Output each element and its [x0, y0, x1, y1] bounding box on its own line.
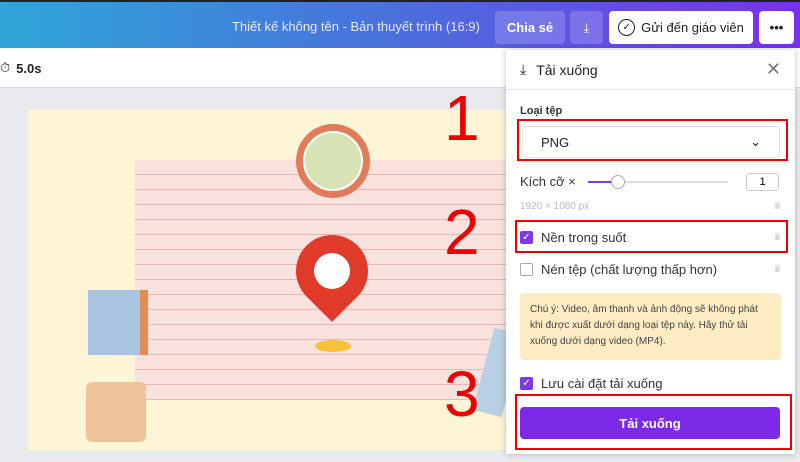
panel-title: Tải xuống	[536, 61, 598, 78]
file-type-value: PNG	[541, 134, 570, 150]
save-settings-label: Lưu cài đặt tải xuống	[541, 376, 663, 391]
chevron-down-icon: ⌄	[750, 134, 761, 149]
dimensions-text: 1920 × 1080 px	[520, 201, 590, 212]
annotation-number-2: 2	[444, 196, 480, 268]
crown-icon: ♛	[773, 201, 782, 212]
timer-button[interactable]: ⏱ 5.0s	[0, 60, 41, 76]
checkbox-checked-icon[interactable]: ✓	[520, 377, 533, 390]
download-submit-button[interactable]: Tải xuống	[520, 407, 780, 439]
file-type-select[interactable]: PNG ⌄	[522, 126, 780, 158]
share-button[interactable]: Chia sẻ	[495, 11, 565, 44]
check-circle-icon: ✓	[618, 19, 636, 36]
crown-icon: ♛	[773, 264, 782, 275]
save-settings-checkbox[interactable]: ✓ Lưu cài đặt tải xuống	[520, 376, 782, 391]
download-icon: ⤓	[520, 61, 527, 77]
size-slider[interactable]	[588, 175, 728, 189]
compress-checkbox[interactable]: Nén tệp (chất lượng thấp hơn) ♛	[520, 262, 782, 277]
file-type-label: Loại tệp	[520, 105, 563, 117]
download-icon: ⤓	[583, 19, 590, 35]
close-icon[interactable]: ✕	[766, 59, 781, 80]
transparent-bg-checkbox[interactable]: ✓ Nền trong suốt ♛	[520, 230, 782, 245]
annotation-number-3: 3	[444, 358, 480, 430]
transparent-bg-label: Nền trong suốt	[541, 230, 627, 245]
warning-note: Chú ý: Video, âm thanh và ảnh động sẽ kh…	[520, 293, 781, 360]
markers-graphic	[86, 382, 146, 442]
compress-label: Nén tệp (chất lượng thấp hơn)	[541, 262, 718, 277]
books-graphic	[88, 290, 148, 355]
checkbox-unchecked-icon[interactable]	[520, 263, 533, 276]
send-to-teacher-button[interactable]: ✓ Gửi đến giáo viên	[609, 11, 753, 44]
checkbox-checked-icon[interactable]: ✓	[520, 231, 533, 244]
slider-knob[interactable]	[611, 175, 625, 189]
slide-canvas[interactable]	[28, 110, 524, 450]
crown-icon: ♛	[773, 232, 782, 243]
size-label-text: Kích cỡ ×	[520, 174, 576, 189]
timer-value: 5.0s	[16, 60, 42, 76]
download-panel: ⤓ Tải xuống ✕ Loại tệp PNG ⌄ Kích cỡ × 1 19…	[506, 50, 795, 454]
size-input[interactable]: 1	[746, 173, 779, 191]
timer-icon: ⏱	[0, 60, 11, 75]
more-button[interactable]: •••	[759, 11, 794, 44]
download-button[interactable]: ⤓	[570, 11, 603, 44]
document-title[interactable]: Thiết kế không tên - Bản thuyết trình (1…	[232, 19, 480, 34]
top-bar: Thiết kế không tên - Bản thuyết trình (1…	[0, 0, 800, 48]
dimensions-row: 1920 × 1080 px ♛	[520, 201, 782, 212]
pin-shadow	[315, 340, 351, 352]
annotation-number-1: 1	[444, 82, 480, 154]
clock-graphic	[296, 124, 370, 198]
send-label: Gửi đến giáo viên	[641, 20, 744, 35]
